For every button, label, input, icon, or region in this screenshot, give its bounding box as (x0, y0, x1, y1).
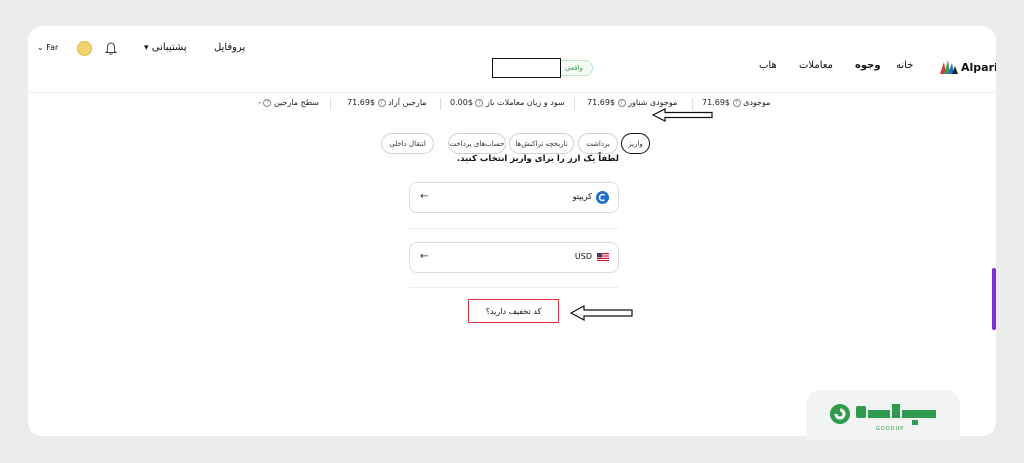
stat-label: مارجین آزاد (388, 98, 427, 107)
currency-option-usd[interactable]: ← USD (409, 242, 619, 273)
support-menu[interactable]: پشتیبانی ▾ (144, 42, 187, 53)
currency-label: کریپتو (572, 192, 592, 201)
brand-logo[interactable]: Alpari (940, 60, 996, 74)
stat-margin-level: سطح مارجین ? - (258, 98, 319, 107)
stat-label: موجودی شناور (628, 98, 678, 107)
profile-link[interactable]: پروفایل (214, 42, 245, 53)
stat-label: موجودی (743, 98, 771, 107)
stat-label: سطح مارجین (273, 98, 319, 107)
tab-label: تاریخچه تراکنش‌ها (515, 139, 568, 148)
stat-free-margin: مارجین آزاد ? $71.69 (347, 98, 427, 107)
annotation-arrow-icon (570, 305, 633, 321)
scrollbar-thumb[interactable] (992, 268, 996, 330)
watermark-text: GOODUP (876, 426, 905, 432)
stat-separator (574, 98, 575, 110)
chevron-down-icon: ⌄ (37, 43, 44, 52)
nav-funds[interactable]: وجوه (855, 60, 881, 71)
arrow-left-icon: ← (420, 191, 429, 202)
promo-code-link[interactable]: کد تخفیف دارید؟ (468, 299, 559, 323)
crypto-coin-icon (596, 191, 609, 204)
currency-label: USD (574, 252, 592, 261)
bell-icon[interactable] (105, 42, 117, 55)
nav-hub[interactable]: هاب (759, 60, 777, 71)
info-icon[interactable]: ? (377, 98, 386, 107)
tab-label: برداشت (586, 139, 610, 148)
stat-value: - (258, 98, 261, 107)
stat-value: $71.69 (587, 98, 615, 107)
tab-internal-transfer[interactable]: انتقال داخلی (381, 133, 434, 154)
chevron-down-icon: ▾ (144, 43, 149, 53)
stat-value: $71.69 (347, 98, 375, 107)
stat-value: $71.69 (702, 98, 730, 107)
redacted-account-box (492, 58, 561, 78)
tab-label: حساب‌های پرداخت (449, 139, 505, 148)
stat-separator (440, 98, 441, 110)
support-label: پشتیبانی (151, 42, 187, 53)
tab-withdraw[interactable]: برداشت (578, 133, 618, 154)
info-icon[interactable]: ? (475, 98, 484, 107)
language-label: Far (46, 43, 59, 52)
tab-payment-accounts[interactable]: حساب‌های پرداخت (448, 133, 506, 154)
header-divider (28, 92, 996, 93)
account-type-label: واقعی (565, 64, 583, 72)
deposit-heading: لطفاً یک ارز را برای واریز انتخاب کنید. (456, 154, 619, 164)
option-divider (409, 287, 619, 288)
avatar[interactable] (77, 41, 92, 56)
us-flag-icon (597, 253, 609, 261)
nav-trades[interactable]: معاملات (799, 60, 833, 71)
stat-equity: موجودی شناور ? $71.69 (587, 98, 677, 107)
alpari-logo-icon (940, 60, 958, 74)
stat-floating-pl: سود و زیان معاملات باز ? $0.00 (450, 98, 565, 107)
tab-label: انتقال داخلی (389, 139, 426, 148)
tab-label: واریز (628, 139, 643, 148)
brand-name: Alpari (961, 60, 996, 74)
info-icon[interactable]: ? (263, 98, 272, 107)
language-selector[interactable]: ⌄ Far (37, 43, 58, 52)
annotation-arrow-icon (652, 108, 713, 122)
info-icon[interactable]: ? (732, 98, 741, 107)
tab-transaction-history[interactable]: تاریخچه تراکنش‌ها (509, 133, 574, 154)
stat-label: سود و زیان معاملات باز (486, 98, 565, 107)
stat-separator (330, 98, 331, 110)
app-card: Alpari خانه وجوه معاملات هاب واقعی ⌄ Far… (28, 26, 996, 436)
nav-home[interactable]: خانه (896, 60, 913, 71)
option-divider (409, 228, 619, 229)
arrow-left-icon: ← (420, 251, 429, 262)
tab-deposit[interactable]: واریز (621, 133, 650, 154)
stat-value: $0.00 (450, 98, 473, 107)
stat-balance: موجودی ? $71.69 (702, 98, 770, 107)
promo-label: کد تخفیف دارید؟ (485, 306, 542, 316)
currency-option-crypto[interactable]: ← کریپتو (409, 182, 619, 213)
watermark-logo: GOODUP (806, 390, 960, 440)
info-icon[interactable]: ? (617, 98, 626, 107)
